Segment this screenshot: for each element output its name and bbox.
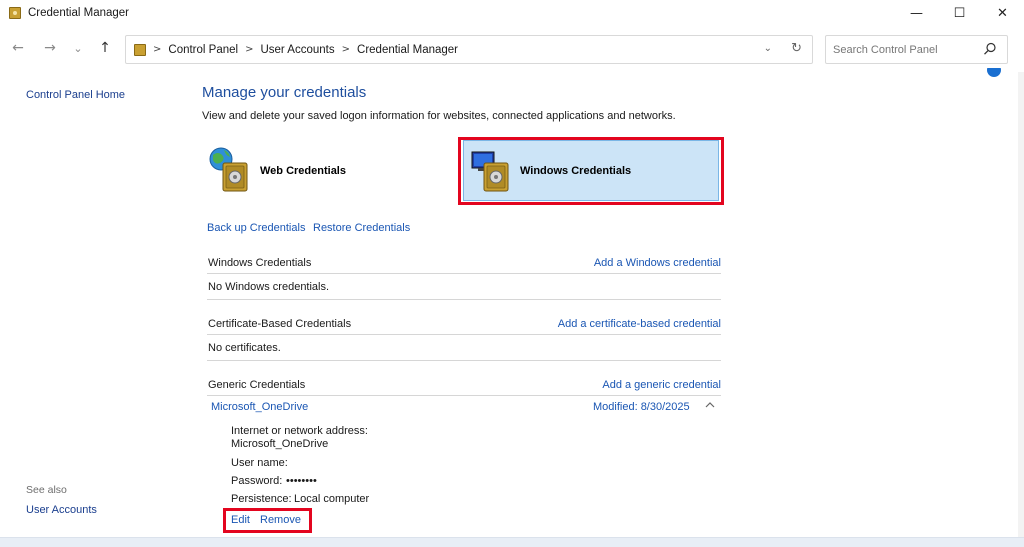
user-accounts-link[interactable]: User Accounts — [26, 504, 97, 516]
search-input[interactable] — [826, 36, 976, 63]
address-label: Internet or network address: — [231, 425, 368, 437]
credential-manager-icon — [9, 7, 21, 19]
content-area: Control Panel Home See also User Account… — [0, 68, 1018, 537]
window-bottom-edge — [0, 537, 1024, 547]
up-arrow-icon[interactable]: ↑ — [95, 38, 115, 58]
title-bar: Credential Manager — ☐ ✕ — [0, 0, 1024, 26]
add-windows-credential-link[interactable]: Add a Windows credential — [594, 257, 721, 269]
certificate-credentials-section-header: Certificate-Based Credentials Add a cert… — [207, 315, 721, 335]
back-up-credentials-link[interactable]: Back up Credentials — [207, 222, 305, 234]
windows-credentials-vault-icon — [471, 151, 509, 191]
section-divider — [207, 299, 721, 300]
control-panel-home-link[interactable]: Control Panel Home — [26, 89, 125, 101]
control-panel-icon — [134, 43, 146, 56]
windows-credentials-section-title: Windows Credentials — [208, 257, 312, 269]
address-value: Microsoft_OneDrive — [231, 438, 329, 450]
search-box[interactable] — [825, 35, 1008, 64]
remove-link[interactable]: Remove — [260, 514, 301, 526]
username-label: User name: — [231, 457, 288, 469]
add-certificate-credential-link[interactable]: Add a certificate-based credential — [558, 318, 721, 330]
window-controls: — ☐ ✕ — [895, 0, 1024, 26]
recent-locations-icon[interactable]: ⌄ — [68, 38, 88, 58]
search-icon[interactable] — [983, 42, 997, 56]
no-windows-credentials-text: No Windows credentials. — [208, 281, 330, 293]
no-certificates-text: No certificates. — [208, 342, 281, 354]
window-title: Credential Manager — [28, 7, 130, 19]
password-value: •••••••• — [286, 475, 317, 487]
address-bar[interactable]: > Control Panel > User Accounts > Creden… — [125, 35, 813, 64]
page-title: Manage your credentials — [202, 84, 367, 101]
chevron-right-icon[interactable]: > — [245, 44, 253, 55]
vertical-scrollbar[interactable] — [1018, 72, 1024, 537]
certificate-credentials-section-title: Certificate-Based Credentials — [208, 318, 352, 330]
add-generic-credential-link[interactable]: Add a generic credential — [602, 379, 721, 391]
credential-entry-name[interactable]: Microsoft_OneDrive — [211, 401, 308, 413]
navigation-bar: ← → ⌄ ↑ > Control Panel > User Accounts … — [0, 26, 1024, 72]
restore-credentials-link[interactable]: Restore Credentials — [313, 222, 410, 234]
chevron-right-icon: > — [153, 44, 162, 55]
section-divider — [207, 360, 721, 361]
minimize-button[interactable]: — — [895, 0, 938, 26]
web-credentials-tile[interactable]: Web Credentials — [204, 140, 444, 201]
windows-credentials-label: Windows Credentials — [520, 164, 632, 177]
persistence-value: Local computer — [294, 493, 370, 505]
windows-credentials-tile[interactable]: Windows Credentials — [463, 140, 719, 201]
chevron-right-icon[interactable]: > — [342, 44, 350, 55]
credential-entry-modified[interactable]: Modified: 8/30/2025 — [593, 401, 690, 413]
generic-credentials-section-header: Generic Credentials Add a generic creden… — [207, 376, 721, 396]
breadcrumb-user-accounts[interactable]: User Accounts — [260, 44, 334, 56]
chevron-up-icon[interactable] — [704, 399, 716, 411]
generic-credentials-section-title: Generic Credentials — [208, 379, 306, 391]
breadcrumb-credential-manager[interactable]: Credential Manager — [357, 44, 458, 56]
forward-arrow-icon[interactable]: → — [40, 38, 60, 58]
persistence-label: Persistence: — [231, 493, 292, 505]
windows-credentials-section-header: Windows Credentials Add a Windows creden… — [207, 254, 721, 274]
close-button[interactable]: ✕ — [981, 0, 1024, 26]
refresh-icon[interactable]: ↻ — [791, 41, 802, 56]
web-credentials-vault-icon — [209, 147, 248, 191]
password-label: Password: — [231, 475, 283, 487]
see-also-label: See also — [26, 484, 67, 496]
maximize-button[interactable]: ☐ — [938, 0, 981, 26]
chevron-down-icon[interactable]: ⌄ — [764, 43, 772, 54]
edit-link[interactable]: Edit — [231, 514, 250, 526]
breadcrumb-control-panel[interactable]: Control Panel — [168, 44, 238, 56]
back-arrow-icon[interactable]: ← — [8, 38, 28, 58]
web-credentials-label: Web Credentials — [260, 164, 346, 177]
help-icon[interactable] — [987, 68, 1001, 78]
page-description: View and delete your saved logon informa… — [202, 110, 676, 122]
